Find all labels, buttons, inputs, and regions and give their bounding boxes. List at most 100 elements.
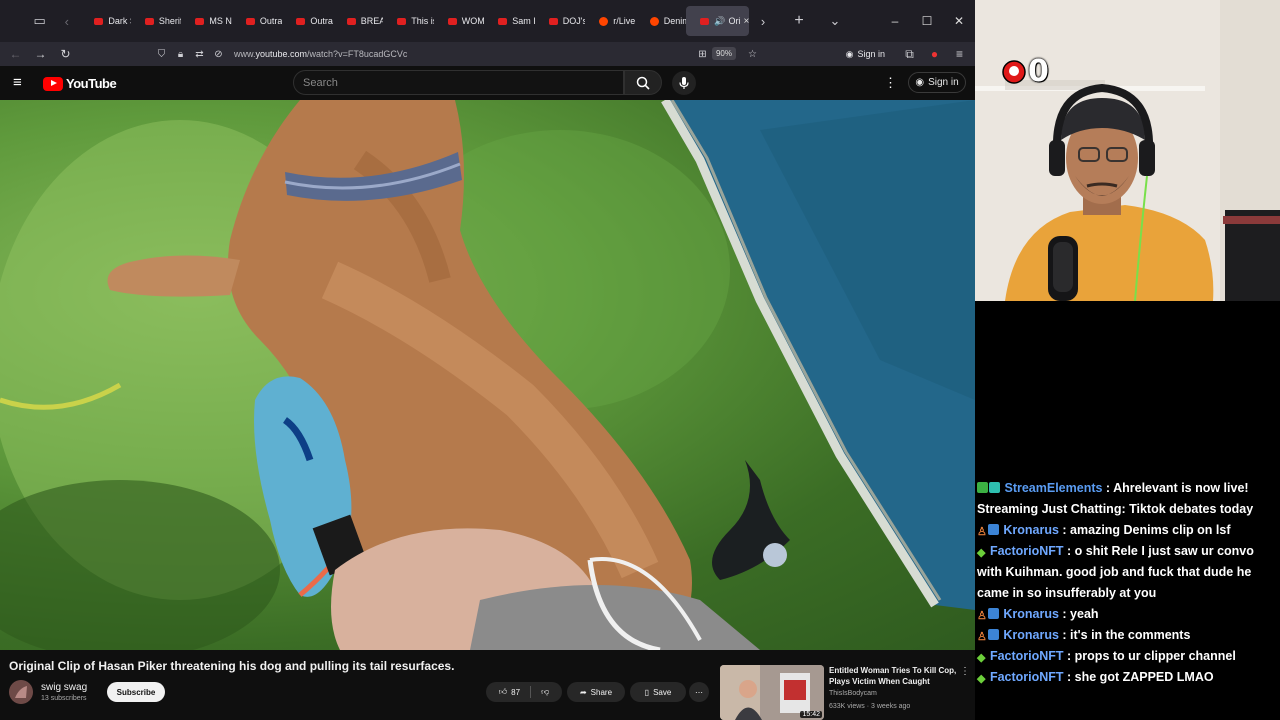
chat-message: ◆ FactorioNFT : props to ur clipper chan… <box>977 646 1278 667</box>
browser-tab[interactable]: MS N <box>181 6 232 36</box>
like-dislike-group: 👍︎ 87 👎︎ <box>486 682 562 702</box>
channel-name[interactable]: swig swag <box>41 682 87 693</box>
browser-tab[interactable]: WOM <box>434 6 484 36</box>
thumbs-up-icon: 👍︎ <box>498 687 508 696</box>
youtube-favicon-icon <box>498 17 508 25</box>
bookmark-star-icon[interactable]: ☆ <box>743 49 762 60</box>
recommended-more-icon[interactable]: ⋮ <box>960 666 970 677</box>
stream-chat: StreamElements : Ahrelevant is now live!… <box>975 301 1280 720</box>
chat-username[interactable]: StreamElements <box>1004 481 1102 495</box>
share-button[interactable]: ➦ Share <box>567 682 625 702</box>
browser-tab[interactable]: Sam I <box>484 6 535 36</box>
like-button[interactable]: 👍︎ 87 <box>499 687 520 697</box>
tab-label: MS N <box>209 16 232 26</box>
back-arrow-icon[interactable]: ← <box>3 42 28 66</box>
reader-view-icon[interactable]: ⊞ <box>693 49 712 60</box>
youtube-favicon-icon <box>144 17 154 25</box>
chat-username[interactable]: FactorioNFT <box>990 670 1064 684</box>
youtube-favicon-icon <box>94 17 104 25</box>
browser-tab[interactable]: Denim <box>636 6 686 36</box>
search-input[interactable]: Search <box>293 70 624 95</box>
more-actions-button[interactable]: ⋯ <box>689 682 709 702</box>
chat-username[interactable]: FactorioNFT <box>990 544 1064 558</box>
tabs-scroll-left-icon[interactable]: ‹ <box>53 7 80 35</box>
account-sign-in-button[interactable]: ◉ Sign in <box>846 49 885 60</box>
tab-label: Outra <box>310 16 333 26</box>
chat-separator: : <box>1058 607 1071 621</box>
subscriber-count: 13 subscribers <box>41 695 87 702</box>
search-button[interactable] <box>624 70 662 95</box>
tab-label: r/Live <box>613 16 636 26</box>
close-tab-icon[interactable]: × <box>743 16 749 27</box>
blue-badge-icon <box>987 524 999 535</box>
browser-tab[interactable]: BREAI <box>333 6 383 36</box>
chat-username[interactable]: FactorioNFT <box>990 649 1064 663</box>
chat-separator: : <box>1102 481 1114 495</box>
teal-badge-icon <box>989 482 1000 493</box>
chat-message: ◆ FactorioNFT : o shit Rele I just saw u… <box>977 541 1278 604</box>
tab-label: Denim <box>663 16 687 26</box>
zoom-level-badge[interactable]: 90% <box>711 47 736 60</box>
speaker-icon[interactable]: 🔊 <box>714 16 725 27</box>
new-tab-plus-icon[interactable]: + <box>785 7 813 35</box>
browser-tab[interactable]: This is <box>383 6 434 36</box>
recommended-thumbnail[interactable]: 15:42 <box>720 665 824 720</box>
extensions-icon[interactable]: ⧉ <box>897 42 922 66</box>
diamond-badge-icon: ◆ <box>977 652 986 664</box>
tab-label: BREAI <box>360 16 384 26</box>
youtube-sign-in-button[interactable]: ◉ Sign in <box>908 72 966 93</box>
chat-username[interactable]: Kronarus <box>1003 628 1059 642</box>
recommended-title[interactable]: Entitled Woman Tries To Kill Cop, Plays … <box>829 665 959 687</box>
browser-tab[interactable]: Dark S <box>80 6 131 36</box>
browser-tab-bar: ▭ ‹ Dark S Sherif MS N Outra Outra BREAI This … <box>0 0 975 42</box>
recommended-channel[interactable]: ThisIsBodycam <box>829 690 877 697</box>
save-button[interactable]: ▯ Save <box>630 682 686 702</box>
death-counter-overlay: 0 <box>1001 54 1049 89</box>
settings-more-icon[interactable]: ⋮ <box>884 75 897 91</box>
extension-badge-icon[interactable]: ● <box>922 42 947 66</box>
chat-message: ♙ Kronarus : it's in the comments <box>977 625 1278 646</box>
chat-username[interactable]: Kronarus <box>1003 607 1059 621</box>
app-menu-icon[interactable]: ≡ <box>947 42 972 66</box>
lock-icon[interactable]: 🔒︎ <box>171 49 190 60</box>
youtube-logo[interactable]: YouTube <box>43 76 117 91</box>
browser-tab[interactable]: Outra <box>232 6 282 36</box>
channel-avatar[interactable] <box>9 680 33 704</box>
minimize-window-icon[interactable]: – <box>879 0 911 42</box>
like-count: 87 <box>511 687 521 697</box>
tabs-scroll-right-icon[interactable]: › <box>749 7 777 35</box>
tab-overview-icon[interactable]: ▭ <box>26 7 53 35</box>
search-icon <box>636 76 650 90</box>
youtube-favicon-icon <box>700 17 710 25</box>
forward-arrow-icon[interactable]: → <box>28 42 53 66</box>
browser-tab[interactable]: DOJ's <box>535 6 585 36</box>
blue-badge-icon <box>987 629 999 640</box>
chat-text: props to ur clipper channel <box>1074 649 1236 663</box>
youtube-favicon-icon <box>548 17 558 25</box>
permissions-icon[interactable]: ⇄ <box>190 49 209 60</box>
url-text[interactable]: www.youtube.com/watch?v=FT8ucadGCVc <box>234 49 407 59</box>
browser-tab[interactable]: r/Live <box>585 6 635 36</box>
list-all-tabs-chevron-icon[interactable]: ⌄ <box>821 7 849 35</box>
close-window-icon[interactable]: ✕ <box>943 0 975 42</box>
chat-username[interactable]: Kronarus <box>1003 523 1059 537</box>
browser-tab[interactable]: Sherif <box>131 6 181 36</box>
video-player[interactable] <box>0 100 975 650</box>
tracking-shield-icon[interactable]: ⛉ <box>152 49 171 60</box>
dislike-button[interactable]: 👎︎ <box>541 687 549 697</box>
reddit-favicon-icon <box>599 16 609 26</box>
reload-icon[interactable]: ↻ <box>53 42 78 66</box>
url-bar[interactable]: ⛉ 🔒︎ ⇄ ⊘ www.youtube.com/watch?v=FT8ucad… <box>152 43 842 65</box>
browser-tab[interactable]: Outra <box>282 6 333 36</box>
diamond-badge-icon: ◆ <box>977 673 986 685</box>
youtube-favicon-icon <box>397 17 407 25</box>
hamburger-menu-icon[interactable]: ≡ <box>13 75 22 90</box>
tab-label: WOM <box>461 16 485 26</box>
maximize-window-icon[interactable]: ☐ <box>911 0 943 42</box>
chat-separator: : <box>1058 628 1071 642</box>
voice-search-button[interactable] <box>672 71 696 95</box>
tab-active[interactable]: 🔊 Ori × <box>686 6 749 36</box>
autoplay-blocked-icon[interactable]: ⊘ <box>209 49 228 60</box>
video-info-panel: Original Clip of Hasan Piker threatening… <box>0 650 975 720</box>
subscribe-button[interactable]: Subscribe <box>107 682 165 702</box>
